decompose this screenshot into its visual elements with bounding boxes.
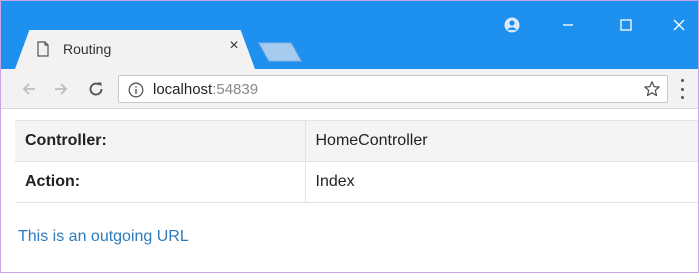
browser-tab[interactable] xyxy=(15,30,255,69)
url-port: :54839 xyxy=(212,81,259,98)
action-value: Index xyxy=(305,161,698,203)
forward-button[interactable] xyxy=(50,78,72,100)
toolbar: localhost:54839 xyxy=(1,69,698,109)
title-bar: Routing × xyxy=(1,1,698,69)
reload-button[interactable] xyxy=(85,78,107,100)
action-label: Action: xyxy=(15,161,306,203)
minimize-button[interactable] xyxy=(553,13,583,37)
table-row: Controller: HomeController xyxy=(15,120,698,162)
close-window-button[interactable] xyxy=(664,13,694,37)
controller-value: HomeController xyxy=(305,120,698,162)
info-icon[interactable] xyxy=(128,82,144,98)
maximize-button[interactable] xyxy=(611,13,641,37)
url-text[interactable]: localhost:54839 xyxy=(153,81,258,98)
back-button[interactable] xyxy=(18,78,40,100)
new-tab-button[interactable] xyxy=(257,41,303,63)
tab-title: Routing xyxy=(63,41,112,57)
menu-icon[interactable] xyxy=(676,79,688,99)
outgoing-url-link[interactable]: This is an outgoing URL xyxy=(18,228,189,246)
page-icon xyxy=(37,41,49,57)
address-bar[interactable]: localhost:54839 xyxy=(118,75,668,103)
star-icon[interactable] xyxy=(643,80,661,98)
url-host: localhost xyxy=(153,81,213,98)
routing-table: Controller: HomeController Action: Index xyxy=(15,120,698,203)
profile-icon[interactable] xyxy=(497,13,527,37)
table-row: Action: Index xyxy=(15,161,698,203)
browser-window: Routing × localhost:54839 Controller: Ho… xyxy=(0,0,699,273)
page-content: Controller: HomeController Action: Index… xyxy=(1,110,698,272)
controller-label: Controller: xyxy=(15,120,306,162)
tab-close-icon[interactable]: × xyxy=(226,38,242,54)
